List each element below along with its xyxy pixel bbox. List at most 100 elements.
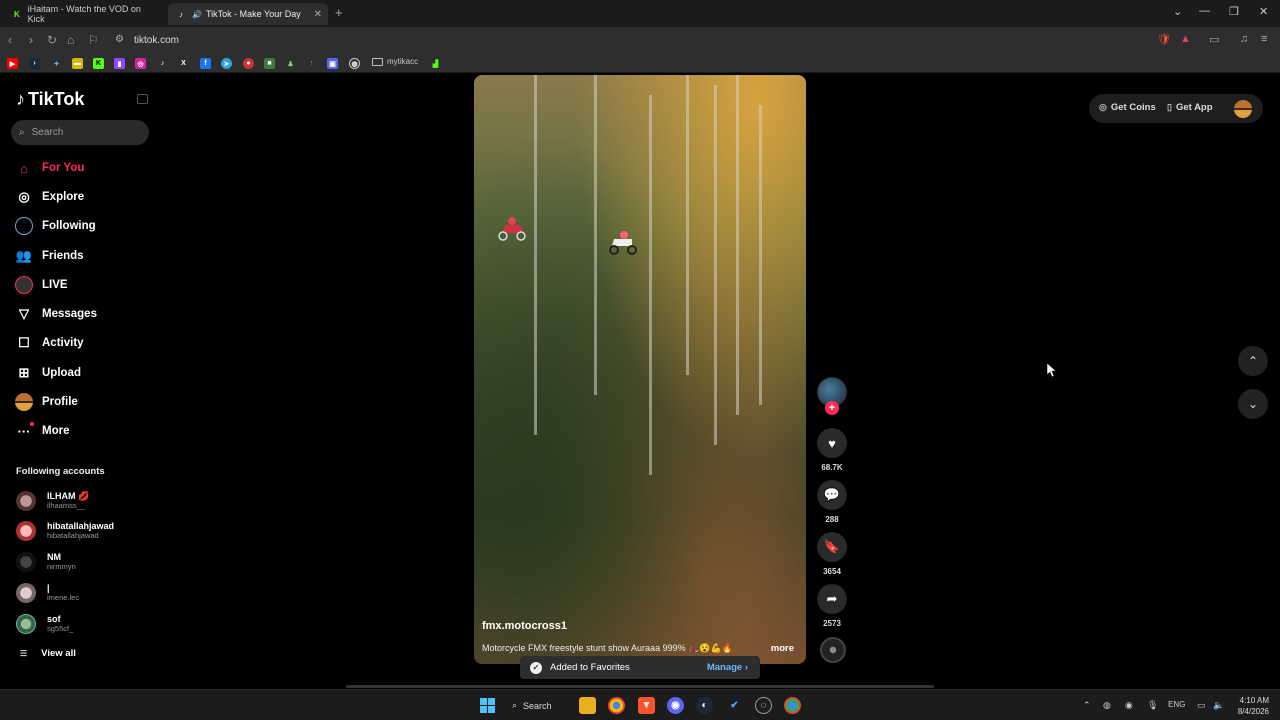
instagram-icon[interactable]: ◎ <box>135 58 146 69</box>
manage-favorites-link[interactable]: Manage › <box>707 662 748 673</box>
tray-chevron-icon[interactable]: ⌃ <box>1083 700 1091 711</box>
facebook-icon[interactable]: f <box>200 58 211 69</box>
chrome-2-icon[interactable] <box>784 697 801 714</box>
share-button[interactable]: ➦ <box>817 584 847 614</box>
maximize-button[interactable]: ❐ <box>1229 5 1239 18</box>
sidebar-toggle-icon[interactable]: ▭ <box>1209 33 1219 46</box>
forward-icon[interactable]: › <box>29 33 33 47</box>
menu-item-more[interactable]: ··· More <box>14 420 69 442</box>
search-box[interactable]: ⌕ <box>11 120 149 145</box>
bookmark-16-icon[interactable]: ▣ <box>327 58 338 69</box>
home-icon[interactable]: ⌂ <box>67 33 74 47</box>
brave-rewards-icon[interactable]: ▲ <box>1180 33 1191 45</box>
youtube-icon[interactable]: ▶ <box>7 58 18 69</box>
tree-trunk <box>686 75 689 375</box>
tiktok-logo[interactable]: ♪ TikTok <box>16 89 84 110</box>
following-account[interactable]: hibatallahjawad hibatallahjawad <box>16 518 114 544</box>
kick-bookmark-icon[interactable]: K <box>93 58 104 69</box>
menu-item-for-you[interactable]: ⌂ For You <box>14 157 84 179</box>
bookmark-3-icon[interactable]: ✦ <box>51 58 62 69</box>
collapse-sidebar-icon[interactable] <box>137 94 148 104</box>
following-account[interactable]: | imene.lec <box>16 580 79 606</box>
site-info-icon[interactable]: ⚙ <box>115 34 124 45</box>
get-coins-button[interactable]: ◎ Get Coins <box>1099 102 1156 113</box>
network-icon[interactable]: ▭ <box>1197 700 1206 711</box>
close-tab-icon[interactable]: ✕ <box>314 9 322 20</box>
bookmark-15-icon[interactable]: ↑ <box>306 58 317 69</box>
brave-shields-icon[interactable]: 🛡 <box>1157 33 1171 46</box>
view-all-link[interactable]: ☰ View all <box>20 648 76 659</box>
brave-icon[interactable]: ▼ <box>638 697 655 714</box>
bookmark-12-icon[interactable]: ● <box>243 58 254 69</box>
media-icon[interactable]: ♫ <box>1240 33 1248 45</box>
x-icon[interactable]: X <box>178 58 189 69</box>
following-account[interactable]: sof sg55cf_ <box>16 611 73 637</box>
tree-trunk <box>736 75 739 415</box>
discord-icon[interactable]: ◉ <box>667 697 684 714</box>
new-tab-button[interactable]: + <box>335 5 343 20</box>
close-window-button[interactable]: ✕ <box>1259 5 1268 18</box>
bookmark-2-icon[interactable]: › <box>29 58 40 69</box>
system-clock[interactable]: 4:10 AM 8/4/2026 <box>1233 695 1269 717</box>
menu-item-explore[interactable]: ◎ Explore <box>14 186 84 208</box>
video-description: Motorcycle FMX freestyle stunt show Aura… <box>482 643 733 653</box>
todo-icon[interactable]: ✔ <box>726 697 743 714</box>
comment-button[interactable]: 💬 <box>817 480 847 510</box>
get-app-button[interactable]: ▯ Get App <box>1167 102 1213 113</box>
tray-discord-icon[interactable]: ◉ <box>1125 700 1133 711</box>
menu-icon[interactable]: ≡ <box>1261 33 1267 45</box>
tray-app-icon[interactable]: ◍ <box>1103 700 1111 711</box>
menu-item-profile[interactable]: Profile <box>14 391 78 413</box>
next-video-button[interactable]: ⌄ <box>1238 389 1268 419</box>
bookmark-icon[interactable]: ⚐ <box>88 33 99 47</box>
volume-icon[interactable]: 🔈 <box>1213 700 1224 711</box>
favorite-button[interactable]: 🔖 <box>817 532 847 562</box>
microphone-icon[interactable]: 🎙 <box>1147 700 1158 711</box>
like-button[interactable]: ♥ <box>817 428 847 458</box>
user-avatar[interactable] <box>1234 100 1252 118</box>
search-input[interactable] <box>31 127 132 138</box>
following-account[interactable]: ILHAM 💋 ilhaamss__ <box>16 488 89 514</box>
back-icon[interactable]: ‹ <box>8 33 12 47</box>
menu-label: Following <box>42 220 96 232</box>
app-icon[interactable]: ◌ <box>755 697 772 714</box>
menu-item-messages[interactable]: ▽ Messages <box>14 303 97 325</box>
telegram-icon[interactable]: ➤ <box>221 58 232 69</box>
tiktok-bookmark-icon[interactable]: ♪ <box>157 58 168 69</box>
url-field[interactable]: tiktok.com <box>134 35 179 46</box>
menu-item-activity[interactable]: ☐ Activity <box>14 332 83 354</box>
globe-icon[interactable]: ◍ <box>349 58 360 69</box>
video-player[interactable]: fmx.motocross1 Motorcycle FMX freestyle … <box>474 75 806 664</box>
tab-kick[interactable]: K iHaitam - Watch the VOD on Kick <box>4 3 164 25</box>
signal-icon[interactable]: ▟ <box>430 58 441 69</box>
video-author[interactable]: fmx.motocross1 <box>482 620 567 632</box>
bookmark-folder[interactable]: mytikacc <box>372 57 418 66</box>
menu-item-friends[interactable]: 👥 Friends <box>14 245 84 267</box>
menu-label: LIVE <box>42 279 68 291</box>
menu-item-following[interactable]: Following <box>14 215 96 237</box>
menu-label: Profile <box>42 396 78 408</box>
follow-plus-icon[interactable]: + <box>825 401 839 415</box>
menu-item-upload[interactable]: ⊞ Upload <box>14 362 81 384</box>
minimize-button[interactable]: — <box>1199 5 1210 17</box>
toast-message: Added to Favorites <box>550 662 630 673</box>
previous-video-button[interactable]: ⌃ <box>1238 346 1268 376</box>
video-more-button[interactable]: more <box>771 643 794 654</box>
file-explorer-icon[interactable] <box>579 697 596 714</box>
twitch-icon[interactable]: ▮ <box>114 58 125 69</box>
windows-start-icon[interactable] <box>479 697 496 714</box>
steam-icon[interactable]: ◐ <box>696 697 713 714</box>
menu-item-live[interactable]: LIVE <box>14 274 68 296</box>
music-disc-icon[interactable] <box>820 637 846 663</box>
tab-tiktok[interactable]: ♪ 🔊 TikTok - Make Your Day ✕ <box>168 3 328 25</box>
chrome-icon[interactable] <box>608 697 625 714</box>
tab-search-icon[interactable]: ⌄ <box>1173 5 1182 18</box>
language-indicator[interactable]: ENG <box>1168 700 1185 709</box>
reload-icon[interactable]: ↻ <box>47 33 57 47</box>
following-account[interactable]: NM nirmmyn <box>16 549 76 575</box>
bookmark-4-icon[interactable]: ▬ <box>72 58 83 69</box>
bookmark-13-icon[interactable]: ■ <box>264 58 275 69</box>
bookmark-14-icon[interactable]: ♟ <box>285 58 296 69</box>
taskbar-search[interactable]: ⌕ Search <box>512 696 552 715</box>
tab-title: iHaitam - Watch the VOD on Kick <box>27 4 141 24</box>
